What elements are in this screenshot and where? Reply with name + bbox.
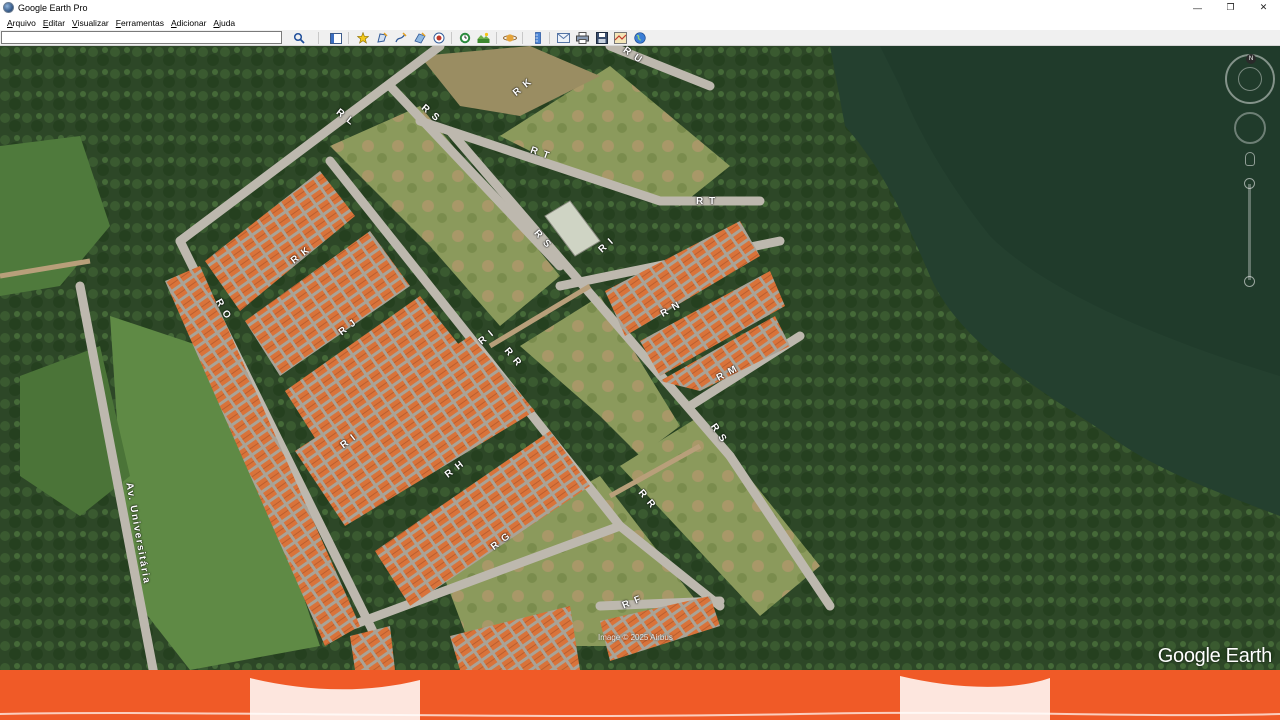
menu-adicionar[interactable]: Adicionar <box>171 18 206 28</box>
satellite-imagery <box>0 46 1280 670</box>
email-button[interactable] <box>556 31 571 45</box>
look-joystick-icon[interactable] <box>1238 67 1262 91</box>
save-image-button[interactable] <box>594 31 609 45</box>
banner-decoration <box>0 676 1280 720</box>
ruler-icon <box>534 32 541 44</box>
print-icon <box>576 32 589 44</box>
add-placemark-button[interactable] <box>355 31 370 45</box>
north-indicator-icon[interactable]: N <box>1246 54 1256 64</box>
placemark-icon <box>356 32 369 44</box>
window-controls: — ❐ ✕ <box>1181 0 1280 15</box>
polygon-icon <box>376 32 388 43</box>
view-in-maps-button[interactable] <box>613 31 628 45</box>
zoom-in-icon[interactable] <box>1244 178 1255 189</box>
google-earth-watermark: Google Earth <box>1157 645 1273 667</box>
move-joystick-icon[interactable] <box>1234 112 1266 144</box>
sidebar-toggle-button[interactable] <box>328 31 343 45</box>
historical-imagery-icon <box>459 32 470 44</box>
record-tour-button[interactable] <box>431 31 446 45</box>
imagery-credit: Image © 2025 Airbus <box>598 633 673 642</box>
toolbar-separator <box>318 32 319 44</box>
menu-ajuda[interactable]: Ajuda <box>213 18 235 28</box>
add-path-button[interactable] <box>393 31 408 45</box>
ruler-button[interactable] <box>530 31 545 45</box>
title-bar: Google Earth Pro — ❐ ✕ <box>0 0 1280 15</box>
historical-imagery-button[interactable] <box>457 31 472 45</box>
bottom-banner <box>0 670 1280 720</box>
email-icon <box>557 33 570 43</box>
image-overlay-icon <box>413 32 426 44</box>
add-polygon-button[interactable] <box>374 31 389 45</box>
zoom-slider[interactable] <box>1244 178 1255 287</box>
menu-visualizar[interactable]: Visualizar <box>72 18 109 28</box>
menu-editar[interactable]: Editar <box>43 18 65 28</box>
path-icon <box>394 32 407 43</box>
planets-button[interactable] <box>502 31 517 45</box>
toolbar-separator <box>549 32 550 44</box>
planets-icon <box>502 34 517 42</box>
street-label: R T <box>696 196 717 207</box>
menu-arquivo[interactable]: Arquivo <box>7 18 36 28</box>
restore-button[interactable]: ❐ <box>1214 0 1247 15</box>
street-view-pegman-icon[interactable] <box>1245 152 1255 166</box>
minimize-button[interactable]: — <box>1181 0 1214 15</box>
toolbar-separator <box>348 32 349 44</box>
toolbar-separator <box>496 32 497 44</box>
earth-icon <box>633 32 646 44</box>
zoom-out-icon[interactable] <box>1244 276 1255 287</box>
google-earth-app-icon <box>3 2 14 13</box>
sunlight-icon <box>477 32 490 43</box>
map-view[interactable]: R U R K R L R S R T R T R S R I R K R O … <box>0 46 1280 670</box>
menu-bar: Arquivo Editar Visualizar Ferramentas Ad… <box>0 15 1280 30</box>
search-button[interactable] <box>291 31 306 45</box>
image-overlay-button[interactable] <box>412 31 427 45</box>
save-image-icon <box>595 32 608 44</box>
print-button[interactable] <box>575 31 590 45</box>
earth-button[interactable] <box>632 31 647 45</box>
search-input[interactable] <box>1 31 282 44</box>
record-tour-icon <box>433 32 444 44</box>
toolbar <box>0 30 1280 46</box>
compass-look-control[interactable]: N <box>1225 54 1275 104</box>
sunlight-button[interactable] <box>476 31 491 45</box>
view-in-maps-icon <box>614 32 627 44</box>
sidebar-toggle-icon <box>329 32 342 44</box>
close-button[interactable]: ✕ <box>1247 0 1280 15</box>
search-icon <box>293 32 305 44</box>
toolbar-separator <box>451 32 452 44</box>
menu-ferramentas[interactable]: Ferramentas <box>116 18 164 28</box>
toolbar-separator <box>522 32 523 44</box>
window-title: Google Earth Pro <box>18 2 88 13</box>
